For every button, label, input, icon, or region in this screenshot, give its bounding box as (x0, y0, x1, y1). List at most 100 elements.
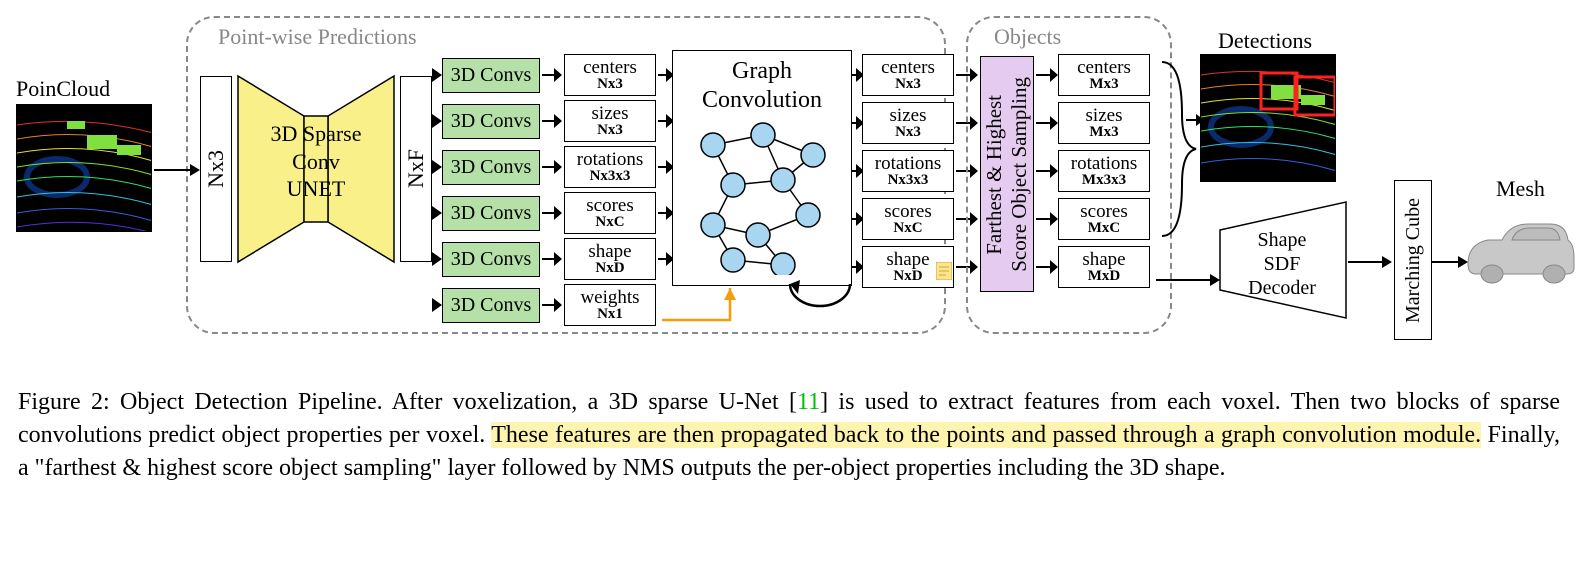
pred-dim: NxD (595, 261, 624, 276)
arrow-icon (432, 206, 442, 220)
pred-dim: Nx3x3 (590, 169, 631, 184)
pred-name: centers (583, 58, 637, 77)
pred-dim: MxC (1088, 221, 1121, 236)
pred-dim: Nx3x3 (888, 173, 929, 188)
citation-link[interactable]: 11 (797, 389, 820, 415)
pred-name: rotations (875, 154, 942, 173)
arrow-icon (542, 206, 562, 220)
pred-name: shape (886, 250, 929, 269)
marching-cube-label: Marching Cube (1402, 198, 1425, 323)
arrow-decoder-marching (1348, 252, 1392, 272)
pred-centers: centersNx3 (564, 54, 656, 96)
pred-name: scores (884, 202, 931, 221)
graphconv-block: Graph Convolution (672, 50, 852, 286)
pred-dim: Nx1 (597, 307, 623, 322)
sampler-block: Farthest & Highest Score Object Sampling (980, 56, 1034, 292)
graphconv-label: Graph Convolution (673, 51, 851, 115)
pred-weights: weightsNx1 (564, 284, 656, 326)
conv-block: 3D Convs (442, 196, 540, 231)
pred-dim: NxC (595, 215, 624, 230)
pred-name: weights (580, 288, 639, 307)
pred-name: sizes (1086, 106, 1123, 125)
pred2-sizes: sizesNx3 (862, 102, 954, 144)
arrow-icon (432, 68, 442, 82)
conv-block: 3D Convs (442, 104, 540, 139)
pred3-scores: scoresMxC (1058, 198, 1150, 240)
pred-dim: MxD (1088, 269, 1121, 284)
pred-shape: shapeNxD (564, 238, 656, 280)
nxf-label: NxF (403, 149, 429, 188)
pred-name: sizes (592, 104, 629, 123)
pred-dim: NxC (893, 221, 922, 236)
unet-label: 3D Sparse Conv UNET (246, 120, 386, 203)
note-icon (936, 262, 952, 280)
pred-name: centers (881, 58, 935, 77)
pred-dim: Mx3 (1089, 125, 1118, 140)
pred3-sizes: sizesMx3 (1058, 102, 1150, 144)
pred-name: rotations (1071, 154, 1138, 173)
pointcloud-thumbnail (16, 104, 152, 232)
caption-head: Figure 2: Object Detection Pipeline. Aft… (18, 389, 797, 415)
arrow-icon (1036, 68, 1058, 82)
arrow-icon (542, 252, 562, 266)
pointcloud-label: PoinCloud (16, 76, 110, 102)
arrow-icon (1036, 212, 1058, 226)
pred-dim: Mx3x3 (1082, 173, 1126, 188)
weights-arrow-icon (660, 280, 780, 328)
figure-2-diagram: PoinCloud Point-wise Predictions Nx3 (0, 0, 1578, 360)
pred3-centers: centersMx3 (1058, 54, 1150, 96)
pred-dim: Nx3 (597, 77, 623, 92)
arrow-icon (1036, 260, 1058, 274)
pred3-rotations: rotationsMx3x3 (1058, 150, 1150, 192)
pred-dim: Mx3 (1089, 77, 1118, 92)
pred-dim: Nx3 (895, 77, 921, 92)
marching-cube-block: Marching Cube (1394, 180, 1432, 340)
nx3-block: Nx3 (200, 76, 232, 262)
arrow-icon (542, 68, 562, 82)
nxf-block: NxF (400, 76, 432, 262)
arrow-icon (542, 160, 562, 174)
graph-icon (673, 115, 853, 275)
decoder-label: Shape SDF Decoder (1232, 228, 1332, 300)
pointwise-title: Point-wise Predictions (218, 24, 417, 50)
figure-caption: Figure 2: Object Detection Pipeline. Aft… (0, 360, 1578, 495)
pred-name: shape (1082, 250, 1125, 269)
pred-name: sizes (890, 106, 927, 125)
arrow-icon (432, 160, 442, 174)
pred-name: scores (586, 196, 633, 215)
pred-dim: Nx3 (895, 125, 921, 140)
arrow-icon (432, 114, 442, 128)
sampler-label: Farthest & Highest Score Object Sampling (982, 77, 1032, 272)
conv-block: 3D Convs (442, 242, 540, 277)
pred2-centers: centersNx3 (862, 54, 954, 96)
pred-name: shape (588, 242, 631, 261)
objects-title: Objects (994, 24, 1061, 50)
pred-sizes: sizesNx3 (564, 100, 656, 142)
pred-name: centers (1077, 58, 1131, 77)
pred3-shape: shapeMxD (1058, 246, 1150, 288)
pred-dim: Nx3 (597, 123, 623, 138)
arrow-shape-decoder (1156, 270, 1220, 290)
arrow-icon (542, 114, 562, 128)
pred2-scores: scoresNxC (862, 198, 954, 240)
arrow-icon (542, 298, 562, 312)
mesh-thumbnail (1458, 204, 1576, 294)
pred-rotations: rotationsNx3x3 (564, 146, 656, 188)
conv-block: 3D Convs (442, 58, 540, 93)
pred-name: scores (1080, 202, 1127, 221)
selfloop-arrow-icon (770, 280, 870, 330)
arrow-icon (1036, 116, 1058, 130)
arrow-icon (1036, 164, 1058, 178)
arrow-icon (432, 252, 442, 266)
detections-thumbnail (1200, 54, 1336, 182)
arrow-to-detections (1186, 110, 1204, 130)
pred-name: rotations (577, 150, 644, 169)
caption-highlight: These features are then propagated back … (491, 422, 1481, 448)
conv-block: 3D Convs (442, 288, 540, 323)
mesh-label: Mesh (1496, 176, 1545, 202)
pred-dim: NxD (893, 269, 922, 284)
conv-block: 3D Convs (442, 150, 540, 185)
arrow-icon (432, 298, 442, 312)
nx3-label: Nx3 (203, 150, 229, 188)
pred2-rotations: rotationsNx3x3 (862, 150, 954, 192)
